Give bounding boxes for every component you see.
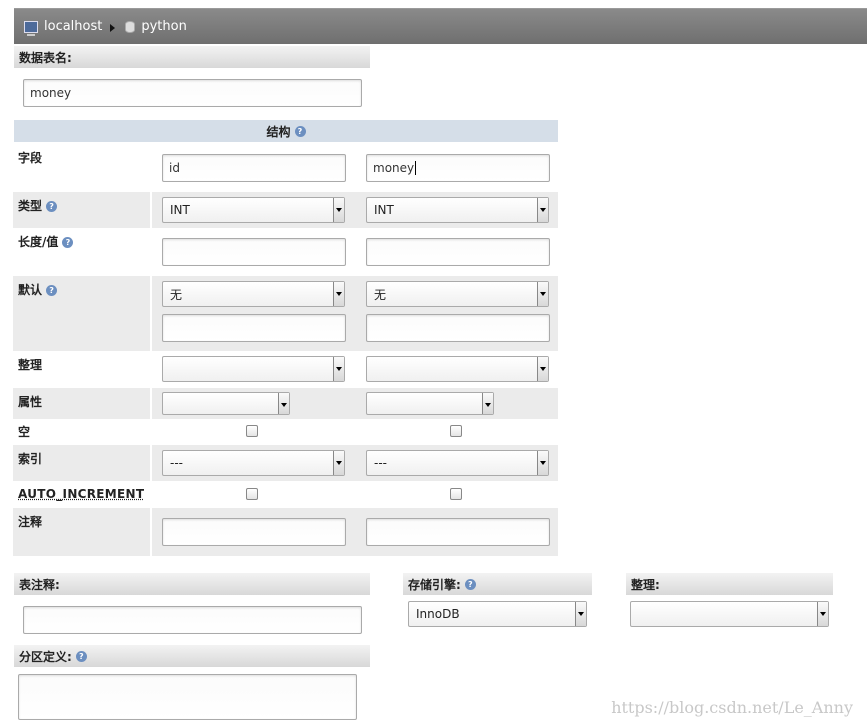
storage-engine-label: 存储引擎:? <box>403 573 592 595</box>
chevron-down-icon <box>333 198 344 222</box>
auto-increment-checkbox[interactable] <box>450 488 462 500</box>
chevron-down-icon <box>537 451 548 475</box>
type-select[interactable]: INT <box>366 197 549 223</box>
table-name-input[interactable]: money <box>23 79 362 107</box>
table-comment-label: 表注释: <box>14 573 370 595</box>
partition-label-text: 分区定义: <box>19 649 72 664</box>
chevron-down-icon <box>482 393 493 414</box>
field-name-input[interactable]: id <box>162 154 346 182</box>
row-label-length-text: 长度/值 <box>18 235 59 249</box>
comment-input[interactable] <box>162 518 346 546</box>
null-checkbox[interactable] <box>246 425 258 437</box>
breadcrumb-server-label: localhost <box>44 19 103 34</box>
table-name-label-text: 数据表名: <box>19 50 72 65</box>
table-name-value: money <box>30 86 72 100</box>
table-comment-label-text: 表注释: <box>19 577 60 592</box>
row-label-collation: 整理 <box>18 358 43 372</box>
row-label-null: 空 <box>18 425 31 439</box>
structure-header-text: 结构 <box>266 124 291 139</box>
table-collation-label-text: 整理: <box>631 577 660 592</box>
field-name-value: money <box>373 161 415 175</box>
breadcrumb-separator-icon <box>110 23 116 32</box>
chevron-down-icon <box>537 198 548 222</box>
server-icon <box>24 20 38 36</box>
length-input[interactable] <box>366 238 550 266</box>
length-input[interactable] <box>162 238 346 266</box>
chevron-down-icon <box>537 282 548 306</box>
text-cursor <box>415 161 417 175</box>
type-select-value: INT <box>170 203 190 217</box>
table-name-label: 数据表名: <box>14 46 370 68</box>
row-label-auto-increment: AUTO_INCREMENT <box>18 487 145 501</box>
breadcrumb: localhost python <box>14 8 867 44</box>
structure-header: 结构 ? <box>14 120 558 142</box>
default-select-value: 无 <box>374 287 387 302</box>
default-value-input[interactable] <box>366 314 550 342</box>
auto-increment-checkbox[interactable] <box>246 488 258 500</box>
chevron-down-icon <box>575 602 586 626</box>
chevron-down-icon <box>537 357 548 381</box>
watermark: https://blog.csdn.net/Le_Anny <box>611 698 853 717</box>
attributes-select[interactable] <box>366 392 494 415</box>
row-label-attributes: 属性 <box>18 395 43 409</box>
index-select-value: --- <box>170 456 183 470</box>
help-icon[interactable]: ? <box>62 237 74 248</box>
default-select[interactable]: 无 <box>366 281 549 307</box>
null-checkbox[interactable] <box>450 425 462 437</box>
breadcrumb-server[interactable]: localhost <box>24 19 103 36</box>
index-select[interactable]: --- <box>162 450 345 476</box>
attributes-select[interactable] <box>162 392 290 415</box>
type-select[interactable]: INT <box>162 197 345 223</box>
chevron-down-icon <box>817 602 828 626</box>
row-label-index: 索引 <box>18 452 43 466</box>
row-label-default: 默认? <box>18 281 58 298</box>
comment-input[interactable] <box>366 518 550 546</box>
index-select-value: --- <box>374 456 387 470</box>
index-select[interactable]: --- <box>366 450 549 476</box>
table-collation-label: 整理: <box>626 573 833 595</box>
help-icon[interactable]: ? <box>46 201 58 212</box>
row-label-comment: 注释 <box>18 515 43 529</box>
breadcrumb-database[interactable]: python <box>125 19 187 34</box>
storage-engine-select[interactable]: InnoDB <box>408 601 587 627</box>
partition-textarea[interactable] <box>18 674 357 720</box>
field-name-value: id <box>169 161 180 175</box>
collation-select[interactable] <box>162 356 345 382</box>
chevron-down-icon <box>333 451 344 475</box>
type-select-value: INT <box>374 203 394 217</box>
row-label-type-text: 类型 <box>18 199 43 213</box>
default-select[interactable]: 无 <box>162 281 345 307</box>
storage-engine-value: InnoDB <box>416 607 460 621</box>
chevron-down-icon <box>333 282 344 306</box>
help-icon[interactable]: ? <box>294 125 306 137</box>
storage-engine-label-text: 存储引擎: <box>408 577 461 592</box>
row-label-field: 字段 <box>18 151 43 165</box>
row-label-length: 长度/值? <box>18 233 74 250</box>
row-label-type: 类型? <box>18 197 58 214</box>
help-icon[interactable]: ? <box>75 650 87 662</box>
help-icon[interactable]: ? <box>464 578 476 590</box>
row-label-default-text: 默认 <box>18 283 43 297</box>
table-collation-select[interactable] <box>630 601 829 627</box>
table-comment-input[interactable] <box>23 606 362 634</box>
default-value-input[interactable] <box>162 314 346 342</box>
collation-select[interactable] <box>366 356 549 382</box>
default-select-value: 无 <box>170 287 183 302</box>
chevron-down-icon <box>333 357 344 381</box>
field-name-input[interactable]: money <box>366 154 550 182</box>
breadcrumb-database-label: python <box>141 19 187 34</box>
partition-label: 分区定义:? <box>14 645 370 667</box>
chevron-down-icon <box>278 393 289 414</box>
help-icon[interactable]: ? <box>46 285 58 296</box>
label-column-divider <box>150 142 152 556</box>
database-icon <box>125 20 136 33</box>
